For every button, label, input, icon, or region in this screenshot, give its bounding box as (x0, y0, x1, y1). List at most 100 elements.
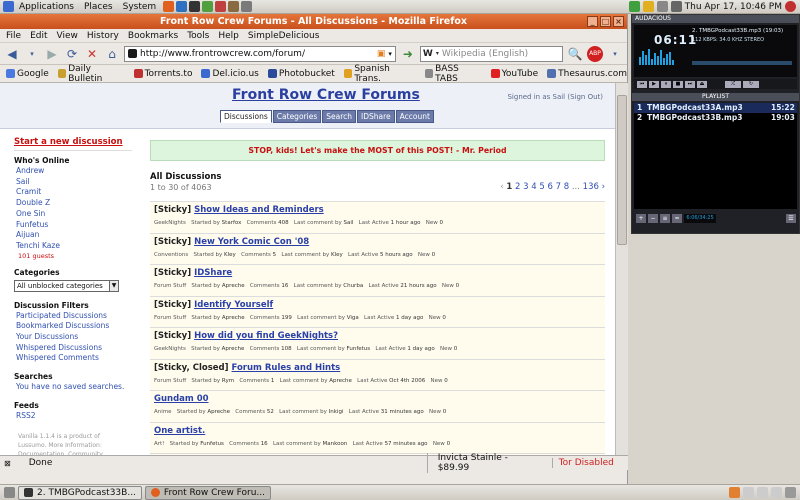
menu-tools[interactable]: Tools (187, 31, 209, 41)
discussion-category[interactable]: Anime (154, 409, 172, 415)
discussion-title-link[interactable]: Identify Yourself (194, 300, 273, 310)
back-icon[interactable]: ◀ (4, 46, 20, 62)
pager-page[interactable]: 8 (564, 182, 569, 192)
reload-icon[interactable]: ⟳ (64, 46, 80, 62)
bookmark-delicious[interactable]: Del.icio.us (201, 69, 259, 79)
network-icon[interactable] (628, 1, 640, 12)
window-titlebar[interactable]: Front Row Crew Forums - All Discussions … (0, 14, 627, 29)
menu-history[interactable]: History (87, 31, 119, 41)
workspace-3[interactable] (757, 487, 768, 498)
gimp-launcher-icon[interactable] (228, 1, 240, 12)
tab-idshare[interactable]: IDShare (357, 110, 395, 123)
search-input[interactable]: Wikipedia (English) (442, 49, 528, 59)
show-desktop-icon[interactable] (4, 487, 15, 498)
last-commenter[interactable]: Apreche (329, 378, 352, 384)
table-row[interactable]: [Sticky] Show Ideas and Reminders GeekNig… (150, 202, 605, 234)
maximize-icon[interactable]: □ (600, 16, 611, 27)
tab-categories[interactable]: Categories (272, 110, 322, 123)
playlist-item[interactable]: 1 TMBGPodcast33A.mp3 15:22 (634, 103, 797, 113)
misc-icon[interactable]: ≈ (672, 213, 682, 223)
menu-help[interactable]: Help (218, 31, 239, 41)
last-commenter[interactable]: Sail (344, 220, 354, 226)
menu-edit[interactable]: Edit (30, 31, 47, 41)
discussion-starter[interactable]: Rym (222, 378, 234, 384)
seek-bar[interactable] (692, 61, 792, 65)
bookmark-spanish-trans[interactable]: Spanish Trans. (343, 64, 416, 84)
tab-search[interactable]: Search (322, 110, 357, 123)
table-row[interactable]: One artist. Art! Started by Funfetus Comm… (150, 422, 605, 454)
discussion-starter[interactable]: Apreche (222, 283, 245, 289)
pager-page[interactable]: 3 (523, 182, 528, 192)
close-icon[interactable]: × (613, 16, 624, 27)
task-firefox[interactable]: Front Row Crew Foru... (144, 485, 272, 500)
scrollbar-thumb[interactable] (617, 95, 627, 245)
last-commenter[interactable]: Kley (331, 252, 343, 258)
playlist-item[interactable]: 2 TMBGPodcast33B.mp3 19:03 (634, 113, 797, 123)
discussion-category[interactable]: GeekNights (154, 346, 186, 352)
url-text[interactable]: http://www.frontrowcrew.com/forum/ (140, 49, 374, 59)
menu-file[interactable]: File (6, 31, 21, 41)
playlist-title[interactable]: PLAYLIST (632, 93, 799, 101)
bookmark-photobucket[interactable]: Photobucket (267, 69, 335, 79)
discussion-title-link[interactable]: How did you find GeekNights? (194, 331, 338, 341)
online-user[interactable]: Cramit (14, 187, 132, 198)
battery-icon[interactable] (670, 1, 682, 12)
bookmark-torrents[interactable]: Torrents.to (133, 69, 192, 79)
back-dropdown-icon[interactable]: ▾ (24, 46, 40, 62)
update-icon[interactable] (642, 1, 654, 12)
places-menu[interactable]: Places (79, 2, 118, 12)
select-icon[interactable]: ≡ (660, 213, 670, 223)
pause-icon[interactable]: ⏸ (661, 80, 671, 88)
browser-launcher-icon[interactable] (163, 1, 175, 12)
add-icon[interactable]: + (636, 213, 646, 223)
chat-launcher-icon[interactable] (202, 1, 214, 12)
category-select[interactable]: All unblocked categories ▼ (14, 279, 119, 292)
last-commenter[interactable]: Churba (343, 283, 363, 289)
pager-page[interactable]: 6 (547, 182, 552, 192)
table-row[interactable]: [Sticky] IDShare Forum Stuff Started by A… (150, 265, 605, 297)
pager-page[interactable]: 4 (531, 182, 536, 192)
pager-prev[interactable]: ‹ (500, 182, 503, 192)
bookmark-thesaurus[interactable]: Thesaurus.com (547, 69, 627, 79)
forum-logo[interactable]: Front Row Crew Forums (232, 87, 420, 103)
discussion-category[interactable]: Art! (154, 441, 164, 447)
workspace-1[interactable] (729, 487, 740, 498)
play-icon[interactable]: ▶ (649, 80, 659, 88)
stop-icon[interactable]: ■ (673, 80, 683, 88)
table-row[interactable]: [Sticky, Closed] Forum Rules and Hints Fo… (150, 359, 605, 391)
table-row[interactable]: [Sticky] How did you find GeekNights? Gee… (150, 328, 605, 360)
discussion-starter[interactable]: Apreche (207, 409, 230, 415)
workspace-4[interactable] (771, 487, 782, 498)
discussion-starter[interactable]: Funfetus (200, 441, 224, 447)
clock[interactable]: Thu Apr 17, 10:46 PM (685, 2, 782, 12)
home-icon[interactable]: ⌂ (104, 46, 120, 62)
tor-status[interactable]: Tor Disabled (551, 458, 628, 468)
terminal-launcher-icon[interactable] (189, 1, 201, 12)
start-new-discussion-link[interactable]: Start a new discussion (14, 137, 132, 151)
adblock-icon[interactable]: ABP (587, 45, 603, 62)
menu-simpledelicious[interactable]: SimpleDelicious (248, 31, 320, 41)
last-commenter[interactable]: Viga (347, 315, 359, 321)
system-menu[interactable]: System (118, 2, 162, 12)
player-time[interactable]: 06:11 (654, 33, 697, 47)
bookmark-youtube[interactable]: YouTube (490, 69, 538, 79)
player-title[interactable]: AUDACIOUS (632, 15, 799, 23)
menu-bookmarks[interactable]: Bookmarks (128, 31, 178, 41)
gnome-foot-icon[interactable] (3, 1, 14, 12)
discussion-title-link[interactable]: Forum Rules and Hints (232, 363, 341, 373)
workspace-2[interactable] (743, 487, 754, 498)
last-commenter[interactable]: Mankoon (323, 441, 348, 447)
mail-launcher-icon[interactable] (176, 1, 188, 12)
next-icon[interactable]: ⏭ (685, 80, 695, 88)
chevron-down-icon[interactable]: ▼ (109, 280, 118, 291)
discussion-starter[interactable]: Apreche (222, 346, 245, 352)
url-bar[interactable]: http://www.frontrowcrew.com/forum/ ▣ ▾ (124, 45, 396, 62)
editor-launcher-icon[interactable] (241, 1, 253, 12)
discussion-category[interactable]: GeekNights (154, 220, 186, 226)
search-box[interactable]: W ▾ Wikipedia (English) (419, 45, 563, 62)
pager-next[interactable]: › (602, 182, 605, 192)
discussion-starter[interactable]: Apreche (222, 315, 245, 321)
filter-whispered-comments[interactable]: Whispered Comments (14, 353, 132, 364)
shuffle-icon[interactable]: ⤮ (725, 80, 741, 88)
discussion-title-link[interactable]: Gundam 00 (154, 394, 209, 404)
